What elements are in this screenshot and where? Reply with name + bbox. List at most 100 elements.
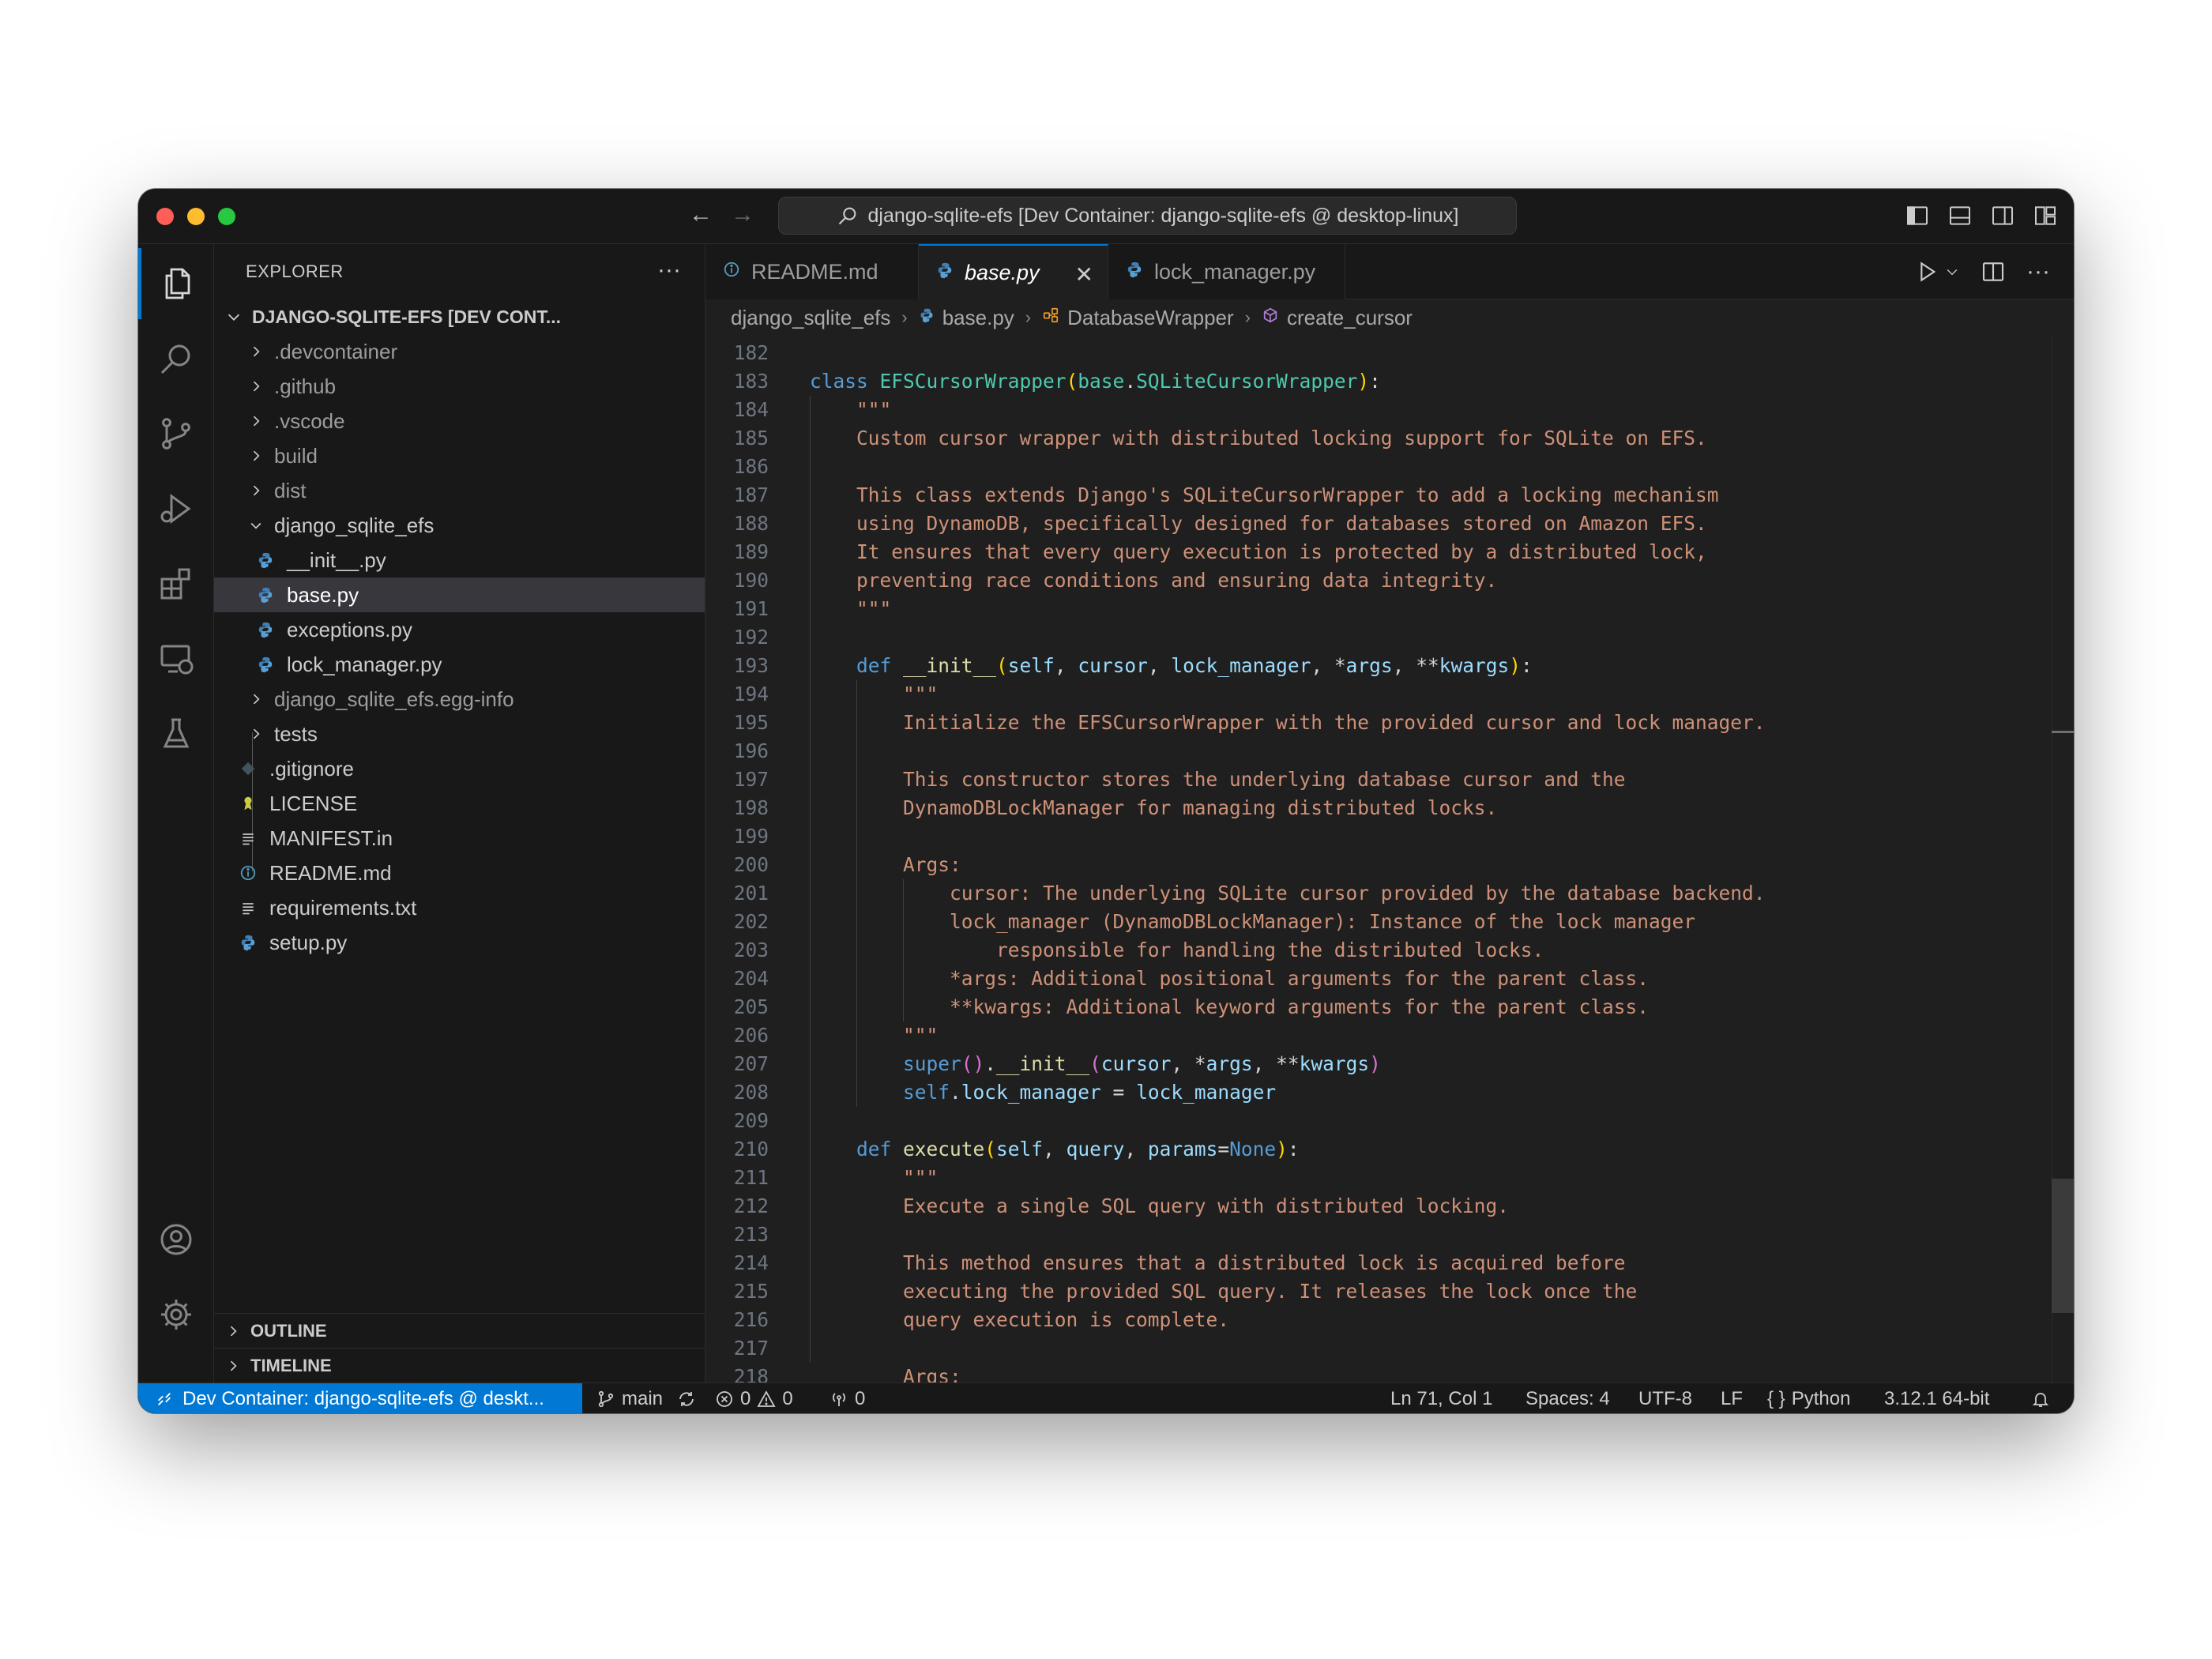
search-activity[interactable] [138, 323, 214, 394]
code-line[interactable]: 213 [705, 1221, 2074, 1249]
code-line[interactable]: 186 [705, 453, 2074, 481]
extensions-activity[interactable] [138, 548, 214, 619]
tree-item[interactable]: .github [214, 369, 705, 404]
breadcrumb-folder[interactable]: django_sqlite_efs [731, 306, 890, 330]
toggle-panel-icon[interactable] [1947, 203, 1973, 228]
explorer-activity[interactable] [138, 248, 214, 319]
workspace-root[interactable]: DJANGO-SQLITE-EFS [DEV CONT... [214, 299, 705, 334]
cursor-position[interactable]: Ln 71, Col 1 [1390, 1383, 1492, 1413]
more-actions-icon[interactable]: ··· [657, 257, 681, 284]
code-line[interactable]: 199 [705, 822, 2074, 851]
code-line[interactable]: 194 """ [705, 680, 2074, 709]
code-line[interactable]: 205 **kwargs: Additional keyword argumen… [705, 993, 2074, 1021]
close-window-button[interactable] [156, 208, 174, 225]
forward-arrow-icon[interactable]: → [731, 201, 754, 228]
toggle-secondary-sidebar-icon[interactable] [1990, 203, 2015, 228]
code-line[interactable]: 206 """ [705, 1021, 2074, 1050]
code-line[interactable]: 188 using DynamoDB, specifically designe… [705, 510, 2074, 538]
scrollbar-thumb[interactable] [2052, 1179, 2074, 1313]
python-interpreter[interactable]: 3.12.1 64-bit [1884, 1383, 1989, 1413]
code-line[interactable]: 218 Args: [705, 1363, 2074, 1382]
problems-indicator[interactable]: 0 0 [715, 1383, 793, 1413]
breadcrumb-method[interactable]: create_cursor [1287, 306, 1413, 330]
tree-item-selected[interactable]: base.py [214, 577, 705, 612]
back-arrow-icon[interactable]: ← [689, 201, 713, 228]
code-line[interactable]: 193 def __init__(self, cursor, lock_mana… [705, 652, 2074, 680]
manage-activity[interactable] [138, 1279, 214, 1350]
tab-readme[interactable]: README.md [705, 244, 919, 299]
language-mode[interactable]: { } Python [1767, 1383, 1850, 1413]
code-line[interactable]: 216 query execution is complete. [705, 1306, 2074, 1334]
tree-item[interactable]: .gitignore [214, 751, 705, 786]
split-editor-icon[interactable] [1981, 259, 2006, 284]
code-line[interactable]: 198 DynamoDBLockManager for managing dis… [705, 794, 2074, 822]
timeline-section[interactable]: TIMELINE [214, 1348, 705, 1382]
code-line[interactable]: 191 """ [705, 595, 2074, 623]
tree-item[interactable]: django_sqlite_efs.egg-info [214, 682, 705, 717]
code-line[interactable]: 200 Args: [705, 851, 2074, 879]
remote-indicator[interactable]: Dev Container: django-sqlite-efs @ deskt… [138, 1383, 582, 1413]
tree-item[interactable]: requirements.txt [214, 890, 705, 925]
tree-item[interactable]: exceptions.py [214, 612, 705, 647]
source-control-activity[interactable] [138, 398, 214, 469]
tree-item[interactable]: LICENSE [214, 786, 705, 821]
outline-section[interactable]: OUTLINE [214, 1313, 705, 1348]
accounts-activity[interactable] [138, 1204, 214, 1275]
code-line[interactable]: 195 Initialize the EFSCursorWrapper with… [705, 709, 2074, 737]
command-center[interactable]: django-sqlite-efs [Dev Container: django… [778, 197, 1517, 235]
tree-item[interactable]: README.md [214, 856, 705, 890]
code-line[interactable]: 183 class EFSCursorWrapper(base.SQLiteCur… [705, 367, 2074, 396]
code-line[interactable]: 187 This class extends Django's SQLiteCu… [705, 481, 2074, 510]
maximize-window-button[interactable] [218, 208, 235, 225]
code-line[interactable]: 210 def execute(self, query, params=None… [705, 1135, 2074, 1164]
tree-item[interactable]: __init__.py [214, 543, 705, 577]
code-line[interactable]: 190 preventing race conditions and ensur… [705, 566, 2074, 595]
encoding[interactable]: UTF-8 [1638, 1383, 1692, 1413]
tab-base-py[interactable]: base.py ✕ [919, 244, 1108, 299]
toggle-primary-sidebar-icon[interactable] [1905, 203, 1930, 228]
tree-item[interactable]: django_sqlite_efs [214, 508, 705, 543]
tree-item[interactable]: lock_manager.py [214, 647, 705, 682]
code-line[interactable]: 201 cursor: The underlying SQLite cursor… [705, 879, 2074, 908]
code-line[interactable]: 192 [705, 623, 2074, 652]
tree-item[interactable]: .vscode [214, 404, 705, 438]
code-line[interactable]: 214 This method ensures that a distribut… [705, 1249, 2074, 1277]
tree-item[interactable]: tests [214, 717, 705, 751]
tree-item[interactable]: setup.py [214, 925, 705, 960]
minimize-window-button[interactable] [187, 208, 205, 225]
code-line[interactable]: 209 [705, 1107, 2074, 1135]
tree-item[interactable]: build [214, 438, 705, 473]
remote-explorer-activity[interactable] [138, 623, 214, 694]
tree-item[interactable]: dist [214, 473, 705, 508]
sync-icon[interactable] [677, 1390, 696, 1409]
code-line[interactable]: 189 It ensures that every query executio… [705, 538, 2074, 566]
notifications[interactable] [2031, 1383, 2050, 1413]
breadcrumb-file[interactable]: base.py [942, 306, 1014, 330]
code-line[interactable]: 211 """ [705, 1164, 2074, 1192]
code-line[interactable]: 217 [705, 1334, 2074, 1363]
run-debug-activity[interactable] [138, 473, 214, 544]
chevron-down-icon[interactable] [1944, 264, 1960, 280]
branch-indicator[interactable]: main [596, 1383, 696, 1413]
end-of-line[interactable]: LF [1721, 1383, 1743, 1413]
testing-activity[interactable] [138, 698, 214, 769]
code-line[interactable]: 204 *args: Additional positional argumen… [705, 965, 2074, 993]
indentation[interactable]: Spaces: 4 [1525, 1383, 1610, 1413]
code-line[interactable]: 215 executing the provided SQL query. It… [705, 1277, 2074, 1306]
code-editor[interactable]: 182 183 class EFSCursorWrapper(base.SQLite… [705, 336, 2074, 1382]
code-line[interactable]: 202 lock_manager (DynamoDBLockManager): … [705, 908, 2074, 936]
tree-item[interactable]: MANIFEST.in [214, 821, 705, 856]
more-actions-icon[interactable]: ··· [2026, 258, 2050, 285]
tab-lock-manager[interactable]: lock_manager.py [1108, 244, 1345, 299]
close-icon[interactable]: ✕ [1075, 261, 1093, 288]
tree-item[interactable]: .devcontainer [214, 334, 705, 369]
ports-indicator[interactable]: 0 [830, 1383, 865, 1413]
breadcrumb-class[interactable]: DatabaseWrapper [1067, 306, 1234, 330]
code-line[interactable]: 208 self.lock_manager = lock_manager [705, 1078, 2074, 1107]
code-line[interactable]: 203 responsible for handling the distrib… [705, 936, 2074, 965]
code-line[interactable]: 197 This constructor stores the underlyi… [705, 766, 2074, 794]
code-line[interactable]: 196 [705, 737, 2074, 766]
code-line[interactable]: 184 """ [705, 396, 2074, 424]
code-line[interactable]: 182 [705, 339, 2074, 367]
code-line[interactable]: 207 super().__init__(cursor, *args, **kw… [705, 1050, 2074, 1078]
